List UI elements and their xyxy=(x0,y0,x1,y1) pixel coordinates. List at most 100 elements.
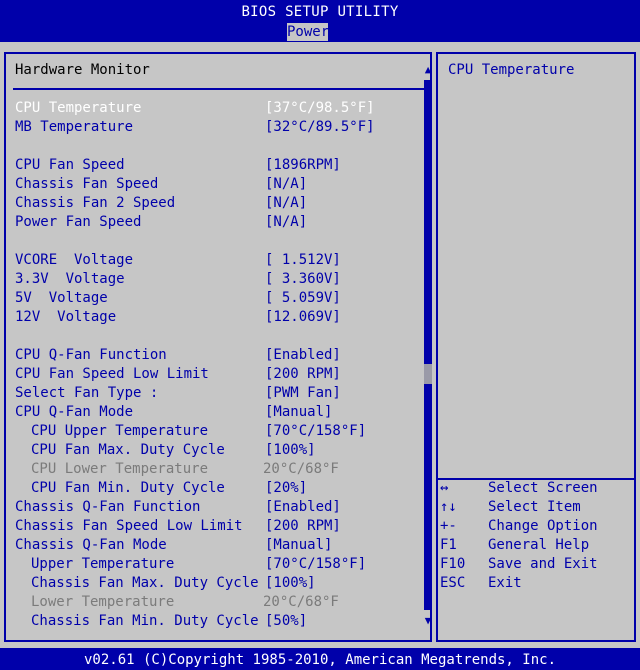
item-label: Upper Temperature xyxy=(31,556,175,572)
item-mb-temperature[interactable]: MB Temperature [32°C/89.5°F] xyxy=(15,118,415,137)
item-label: Chassis Fan Min. Duty Cycle xyxy=(31,613,259,629)
item-value: [70°C/158°F] xyxy=(265,423,367,439)
item-chassis-qfan-function[interactable]: Chassis Q-Fan Function [Enabled] xyxy=(15,498,415,517)
item-3v3-voltage[interactable]: 3.3V Voltage [ 3.360V] xyxy=(15,270,415,289)
item-chassis-fan-min-duty-cycle[interactable]: Chassis Fan Min. Duty Cycle [50%] xyxy=(31,612,415,631)
heading-divider xyxy=(13,88,424,90)
item-cpu-fan-min-duty-cycle[interactable]: CPU Fan Min. Duty Cycle [20%] xyxy=(31,479,415,498)
item-value: [200 RPM] xyxy=(265,366,341,382)
scrollbar-track[interactable] xyxy=(424,80,432,610)
bios-title: BIOS SETUP UTILITY xyxy=(241,4,399,20)
item-label: Chassis Q-Fan Function xyxy=(15,499,201,515)
item-value: [Enabled] xyxy=(265,499,341,515)
item-label: Chassis Fan 2 Speed xyxy=(15,195,176,211)
key-up-down-icon: ↑↓ xyxy=(440,499,457,515)
item-value: [50%] xyxy=(265,613,308,629)
item-label: Power Fan Speed xyxy=(15,214,142,230)
item-value: 20°C/68°F xyxy=(263,594,339,610)
item-label: Chassis Fan Speed Low Limit xyxy=(15,518,243,534)
item-label: Chassis Fan Max. Duty Cycle xyxy=(31,575,259,591)
item-label: Chassis Fan Speed xyxy=(15,176,159,192)
item-value: [ 5.059V] xyxy=(265,290,341,306)
item-value: [100%] xyxy=(265,575,316,591)
help-title: CPU Temperature xyxy=(448,62,575,78)
section-heading: Hardware Monitor xyxy=(15,62,150,78)
item-select-fan-type[interactable]: Select Fan Type : [PWM Fan] xyxy=(15,384,415,403)
item-value: [Manual] xyxy=(265,404,333,420)
item-chassis-fan-max-duty-cycle[interactable]: Chassis Fan Max. Duty Cycle [100%] xyxy=(31,574,415,593)
item-label: CPU Upper Temperature xyxy=(31,423,209,439)
item-label: VCORE Voltage xyxy=(15,252,134,268)
item-value: [12.069V] xyxy=(265,309,341,325)
item-label: MB Temperature xyxy=(15,119,134,135)
key-f10: F10 xyxy=(440,556,466,572)
key-f1: F1 xyxy=(440,537,457,553)
key-desc-select-item: Select Item xyxy=(488,499,581,515)
tab-power[interactable]: Power xyxy=(287,23,329,41)
item-label: 12V Voltage xyxy=(15,309,117,325)
item-cpu-upper-temperature[interactable]: CPU Upper Temperature [70°C/158°F] xyxy=(31,422,415,441)
key-desc-change-option: Change Option xyxy=(488,518,598,534)
item-cpu-lower-temperature: CPU Lower Temperature 20°C/68°F xyxy=(31,460,415,479)
item-cpu-qfan-mode[interactable]: CPU Q-Fan Mode [Manual] xyxy=(15,403,415,422)
item-label: CPU Fan Speed xyxy=(15,157,125,173)
key-esc: ESC xyxy=(440,575,466,591)
item-label: CPU Q-Fan Mode xyxy=(15,404,134,420)
scroll-up-arrow-icon[interactable]: ▲ xyxy=(421,63,435,77)
key-desc-exit: Exit xyxy=(488,575,522,591)
item-value: [ 1.512V] xyxy=(265,252,341,268)
key-desc-general-help: General Help xyxy=(488,537,590,553)
item-label: CPU Fan Max. Duty Cycle xyxy=(31,442,225,458)
item-chassis-fan-speed[interactable]: Chassis Fan Speed [N/A] xyxy=(15,175,415,194)
item-label: Lower Temperature xyxy=(31,594,175,610)
item-cpu-fan-max-duty-cycle[interactable]: CPU Fan Max. Duty Cycle [100%] xyxy=(31,441,415,460)
help-panel xyxy=(436,52,636,642)
item-value: [200 RPM] xyxy=(265,518,341,534)
item-value: [32°C/89.5°F] xyxy=(265,119,375,135)
item-chassis-fan-speed-low-limit[interactable]: Chassis Fan Speed Low Limit [200 RPM] xyxy=(15,517,415,536)
item-chassis-qfan-mode[interactable]: Chassis Q-Fan Mode [Manual] xyxy=(15,536,415,555)
item-chassis-fan-2-speed[interactable]: Chassis Fan 2 Speed [N/A] xyxy=(15,194,415,213)
scroll-down-arrow-icon[interactable]: ▼ xyxy=(421,614,435,628)
item-cpu-fan-speed-low-limit[interactable]: CPU Fan Speed Low Limit [200 RPM] xyxy=(15,365,415,384)
key-left-right-icon: ↔ xyxy=(440,480,449,496)
item-cpu-qfan-function[interactable]: CPU Q-Fan Function [Enabled] xyxy=(15,346,415,365)
item-cpu-temperature[interactable]: CPU Temperature [37°C/98.5°F] xyxy=(15,99,415,118)
item-value: [70°C/158°F] xyxy=(265,556,367,572)
item-label: CPU Fan Speed Low Limit xyxy=(15,366,209,382)
item-12v-voltage[interactable]: 12V Voltage [12.069V] xyxy=(15,308,415,327)
item-value: [N/A] xyxy=(265,195,308,211)
item-value: [N/A] xyxy=(265,214,308,230)
item-value: 20°C/68°F xyxy=(263,461,339,477)
item-value: [1896RPM] xyxy=(265,157,341,173)
scrollbar-thumb[interactable] xyxy=(424,364,432,384)
item-value: [100%] xyxy=(265,442,316,458)
key-desc-save-exit: Save and Exit xyxy=(488,556,598,572)
title-bar: BIOS SETUP UTILITY Power xyxy=(0,0,640,44)
footer-bar: v02.61 (C)Copyright 1985-2010, American … xyxy=(0,646,640,670)
item-cpu-fan-speed[interactable]: CPU Fan Speed [1896RPM] xyxy=(15,156,415,175)
item-value: [Enabled] xyxy=(265,347,341,363)
item-label: CPU Lower Temperature xyxy=(31,461,209,477)
item-label: Chassis Q-Fan Mode xyxy=(15,537,167,553)
item-value: [ 3.360V] xyxy=(265,271,341,287)
item-lower-temperature: Lower Temperature 20°C/68°F xyxy=(31,593,415,612)
item-value: [PWM Fan] xyxy=(265,385,341,401)
item-value: [Manual] xyxy=(265,537,333,553)
key-desc-select-screen: Select Screen xyxy=(488,480,598,496)
item-label: CPU Temperature xyxy=(15,100,142,116)
item-label: CPU Fan Min. Duty Cycle xyxy=(31,480,225,496)
item-label: 3.3V Voltage xyxy=(15,271,125,287)
item-power-fan-speed[interactable]: Power Fan Speed [N/A] xyxy=(15,213,415,232)
copyright-text: v02.61 (C)Copyright 1985-2010, American … xyxy=(83,652,556,668)
item-label: Select Fan Type : xyxy=(15,385,159,401)
item-upper-temperature[interactable]: Upper Temperature [70°C/158°F] xyxy=(31,555,415,574)
item-value: [N/A] xyxy=(265,176,308,192)
item-label: CPU Q-Fan Function xyxy=(15,347,167,363)
item-label: 5V Voltage xyxy=(15,290,108,306)
item-5v-voltage[interactable]: 5V Voltage [ 5.059V] xyxy=(15,289,415,308)
item-value: [37°C/98.5°F] xyxy=(265,100,375,116)
key-plus-minus: +- xyxy=(440,518,457,534)
item-vcore-voltage[interactable]: VCORE Voltage [ 1.512V] xyxy=(15,251,415,270)
item-value: [20%] xyxy=(265,480,308,496)
